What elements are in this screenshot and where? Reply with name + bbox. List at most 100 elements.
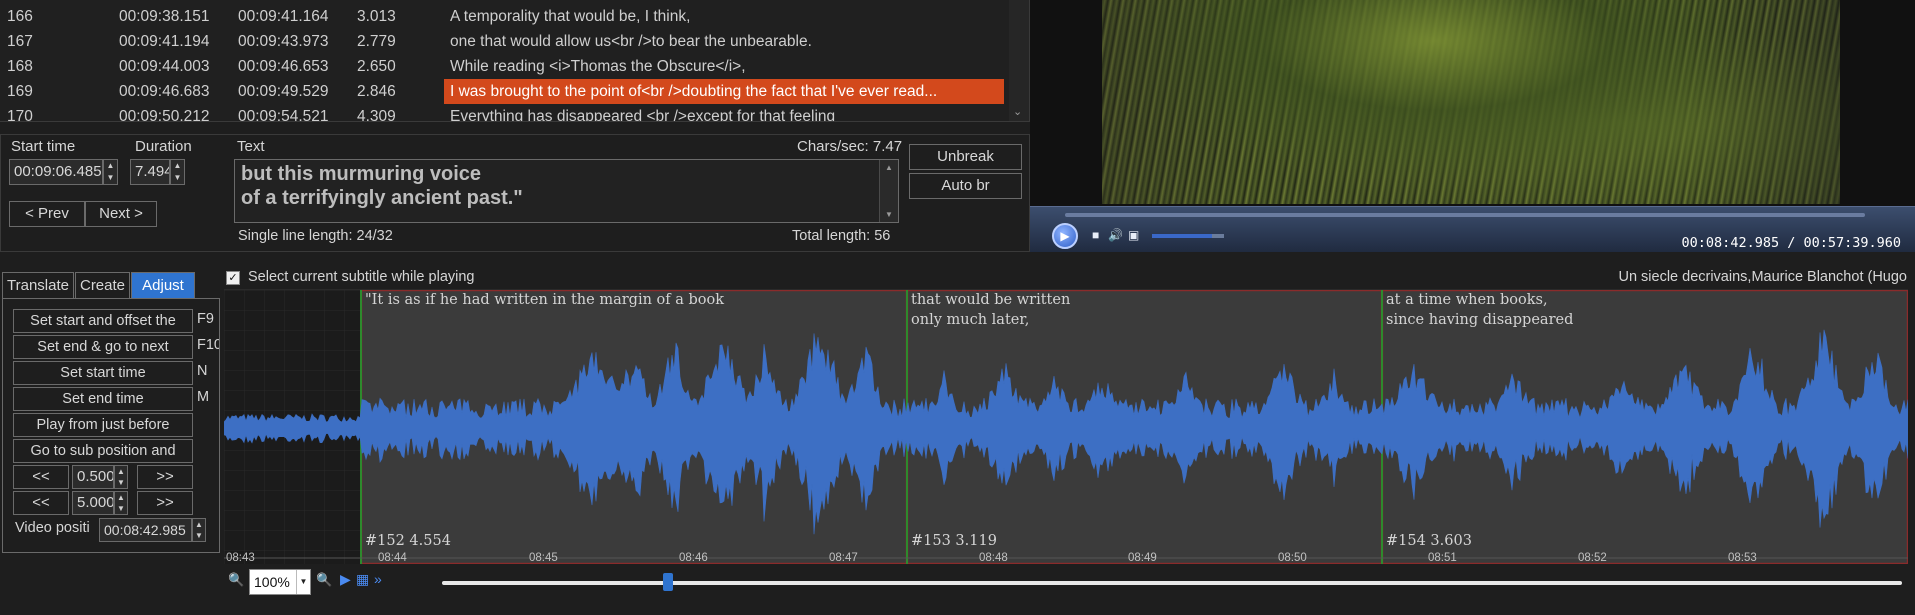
cell-duration: 2.779: [357, 33, 396, 50]
grid-scrollbar[interactable]: ⌄: [1009, 0, 1029, 121]
shortcut-label: N: [197, 363, 208, 379]
fast-forward-icon[interactable]: »: [374, 571, 382, 587]
step-back-large-button[interactable]: <<: [13, 491, 69, 515]
waveform-header: ✓ Select current subtitle while playing …: [222, 268, 1915, 288]
video-position-spinner[interactable]: ▲ ▼: [192, 518, 206, 542]
table-row-selected[interactable]: 169 00:09:46.683 00:09:49.529 2.846 I wa…: [0, 79, 1006, 104]
fullscreen-icon[interactable]: ▣: [1128, 228, 1139, 242]
tab-adjust[interactable]: Adjust: [131, 272, 195, 298]
text-scrollbar[interactable]: ▲ ▼: [879, 160, 898, 222]
tab-create[interactable]: Create: [75, 272, 130, 298]
time-tick: 08:43: [226, 552, 255, 564]
segment-text: "It is as if he had written in the margi…: [365, 292, 725, 308]
chevron-down-icon[interactable]: ▼: [885, 210, 893, 219]
cell-start: 00:09:44.003: [119, 58, 210, 75]
waveform-graphic[interactable]: [224, 290, 1908, 564]
video-position-label: Video positi: [15, 520, 90, 536]
chevron-up-icon[interactable]: ▲: [885, 163, 893, 172]
total-length: Total length: 56: [792, 228, 891, 244]
table-row[interactable]: 170 00:09:50.212 00:09:54.521 4.309 Ever…: [0, 104, 1006, 122]
grid-icon[interactable]: ▦: [356, 571, 369, 588]
volume-slider[interactable]: [1152, 234, 1212, 238]
segment-number: #152 4.554: [365, 533, 451, 549]
duration-spinner[interactable]: ▲ ▼: [170, 159, 185, 185]
chevron-down-icon[interactable]: ▼: [296, 570, 310, 594]
select-while-playing-checkbox[interactable]: ✓: [226, 271, 240, 285]
video-progress-bar[interactable]: [1065, 213, 1865, 217]
cell-text: While reading <i>Thomas the Obscure</i>,: [450, 58, 746, 75]
single-line-length: Single line length: 24/32: [238, 228, 393, 244]
table-row[interactable]: 166 00:09:38.151 00:09:41.164 3.013 A te…: [0, 4, 1006, 29]
zoom-out-icon[interactable]: 🔍: [228, 572, 244, 588]
time-tick: 08:45: [529, 552, 558, 564]
play-from-before-button[interactable]: Play from just before: [13, 413, 193, 437]
cell-start: 00:09:38.151: [119, 8, 210, 25]
start-time-spinner[interactable]: ▲ ▼: [103, 159, 118, 185]
step-forward-small-button[interactable]: >>: [137, 465, 193, 489]
set-start-time-button[interactable]: Set start time: [13, 361, 193, 385]
waveform-position-track[interactable]: [442, 581, 1902, 585]
chars-per-sec: Chars/sec: 7.47: [797, 138, 903, 155]
next-button[interactable]: Next >: [85, 201, 157, 227]
prev-button[interactable]: < Prev: [9, 201, 85, 227]
waveform-toolbar: 🔍 100% ▼ 🔍 ▶ ▦ »: [222, 566, 1915, 598]
video-player[interactable]: ▶ ■ 🔊 ▣ 00:08:42.985 / 00:57:39.960: [1030, 0, 1915, 252]
auto-br-button[interactable]: Auto br: [909, 173, 1022, 199]
table-row[interactable]: 168 00:09:44.003 00:09:46.653 2.650 Whil…: [0, 54, 1006, 79]
unbreak-button[interactable]: Unbreak: [909, 144, 1022, 170]
waveform-title: Un siecle decrivains,Maurice Blanchot (H…: [1618, 269, 1907, 285]
volume-track[interactable]: [1211, 234, 1224, 238]
large-step-spinner[interactable]: ▲ ▼: [114, 491, 128, 515]
play-icon[interactable]: ▶: [1052, 223, 1078, 249]
time-tick: 08:51: [1428, 552, 1457, 564]
time-tick: 08:52: [1578, 552, 1607, 564]
large-step-input[interactable]: 5.000: [72, 491, 114, 515]
cell-duration: 2.846: [357, 83, 396, 100]
cell-duration: 4.309: [357, 108, 396, 122]
duration-input[interactable]: 7.494: [130, 159, 170, 185]
cell-number: 168: [7, 58, 33, 75]
adjust-tab-body: Set start and offset the F9 Set end & go…: [2, 298, 220, 553]
segment-number: #154 3.603: [1386, 533, 1472, 549]
speaker-icon[interactable]: 🔊: [1108, 228, 1123, 242]
zoom-in-icon[interactable]: 🔍: [316, 572, 332, 588]
chevron-down-icon[interactable]: ⌄: [1013, 105, 1022, 118]
video-position-input[interactable]: 00:08:42.985: [99, 518, 192, 542]
audio-waveform[interactable]: "It is as if he had written in the margi…: [224, 289, 1908, 564]
stop-icon[interactable]: ■: [1092, 228, 1099, 242]
time-tick: 08:46: [679, 552, 708, 564]
step-back-small-button[interactable]: <<: [13, 465, 69, 489]
start-time-input[interactable]: 00:09:06.485: [9, 159, 103, 185]
video-time: 00:08:42.985 / 00:57:39.960: [1681, 235, 1901, 251]
time-tick: 08:44: [378, 552, 407, 564]
video-frame[interactable]: [1102, 0, 1840, 204]
set-end-time-button[interactable]: Set end time: [13, 387, 193, 411]
shortcut-label: F10: [197, 337, 219, 353]
zoom-select[interactable]: 100% ▼: [249, 569, 311, 595]
play-selection-icon[interactable]: ▶: [340, 571, 351, 588]
cell-text: I was brought to the point of<br />doubt…: [444, 79, 1004, 104]
cell-start: 00:09:50.212: [119, 108, 210, 122]
shortcut-label: F9: [197, 311, 214, 327]
step-forward-large-button[interactable]: >>: [137, 491, 193, 515]
waveform-position-thumb[interactable]: [663, 573, 674, 591]
start-time-label: Start time: [11, 138, 76, 155]
segment-text: at a time when books, since having disap…: [1386, 292, 1574, 328]
zoom-value: 100%: [254, 574, 290, 590]
subtitle-grid[interactable]: 166 00:09:38.151 00:09:41.164 3.013 A te…: [0, 0, 1030, 122]
segment-text: that would be written only much later,: [911, 292, 1071, 328]
cell-number: 170: [7, 108, 33, 122]
set-end-go-next-button[interactable]: Set end & go to next: [13, 335, 193, 359]
go-to-sub-position-button[interactable]: Go to sub position and: [13, 439, 193, 463]
small-step-spinner[interactable]: ▲ ▼: [114, 465, 128, 489]
table-row[interactable]: 167 00:09:41.194 00:09:43.973 2.779 one …: [0, 29, 1006, 54]
subtitle-text-input[interactable]: but this murmuring voice of a terrifying…: [234, 159, 899, 223]
small-step-input[interactable]: 0.500: [72, 465, 114, 489]
tab-translate[interactable]: Translate: [2, 272, 74, 298]
segment-number: #153 3.119: [911, 533, 997, 549]
cell-start: 00:09:46.683: [119, 83, 210, 100]
time-tick: 08:49: [1128, 552, 1157, 564]
set-start-offset-button[interactable]: Set start and offset the: [13, 309, 193, 333]
subtitle-edit-panel: Start time Duration 00:09:06.485 ▲ ▼ 7.49…: [0, 134, 1030, 252]
time-tick: 08:53: [1728, 552, 1757, 564]
